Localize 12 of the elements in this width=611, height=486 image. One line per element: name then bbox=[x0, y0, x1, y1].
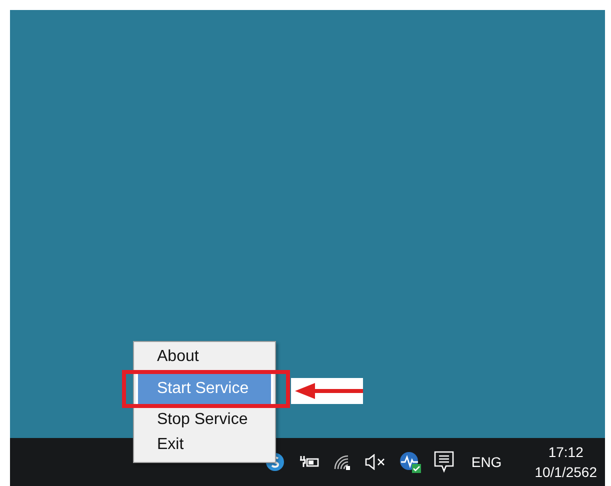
clock-date[interactable]: 10/1/2562 bbox=[534, 462, 597, 482]
menu-item[interactable]: Exit bbox=[136, 433, 273, 458]
battery-plug-icon[interactable] bbox=[298, 454, 320, 470]
clock-time[interactable]: 17:12 bbox=[548, 442, 584, 462]
arrow-callout bbox=[291, 378, 363, 404]
menu-item[interactable]: Stop Service bbox=[136, 408, 273, 433]
pulse-globe-icon[interactable] bbox=[399, 451, 422, 473]
menu-item[interactable]: About bbox=[136, 345, 273, 370]
language-indicator[interactable]: ENG bbox=[471, 454, 502, 470]
wifi-icon[interactable] bbox=[333, 454, 352, 470]
muted-speaker-icon[interactable] bbox=[364, 454, 386, 470]
notification-icon[interactable] bbox=[434, 451, 454, 473]
